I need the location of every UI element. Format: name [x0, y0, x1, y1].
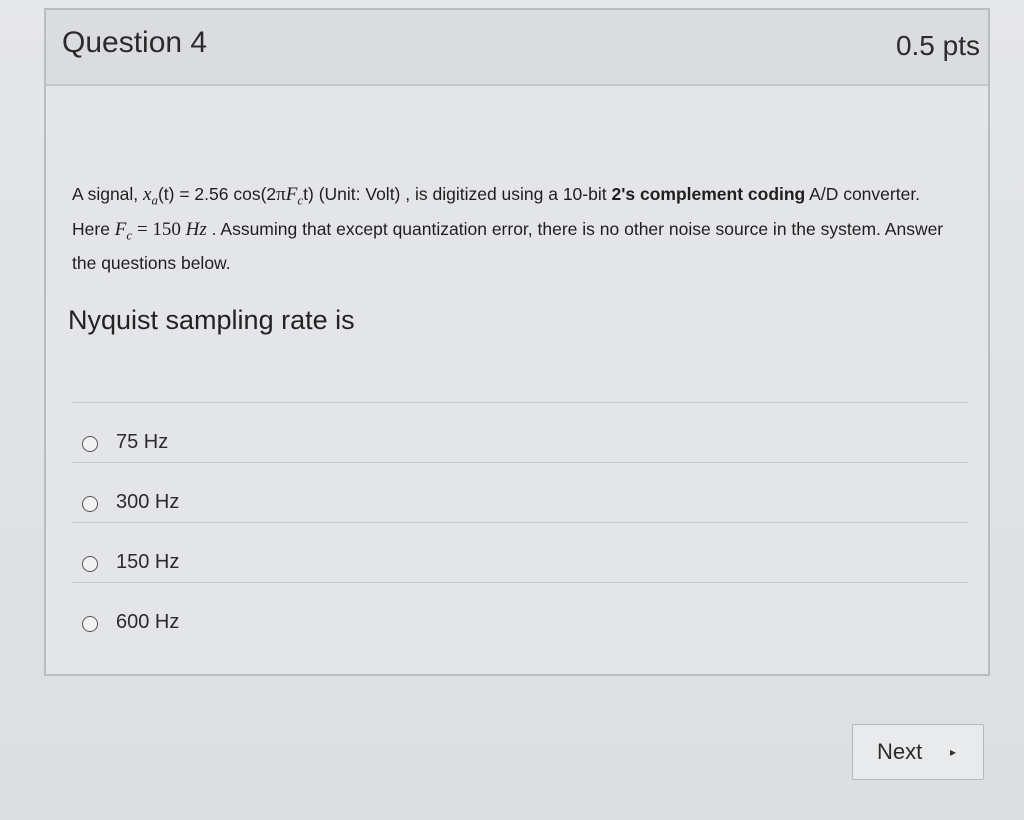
bold-text: 2's complement coding: [611, 184, 806, 204]
pi-symbol: π: [276, 184, 286, 205]
answer-label[interactable]: 150 Hz: [116, 551, 179, 574]
signal-argument: (t) = 2.56 cos(2: [157, 184, 277, 204]
radio-button[interactable]: [82, 556, 98, 572]
question-text: A signal, xa(t) = 2.56 cos(2πFct) (Unit:…: [72, 180, 952, 277]
answer-option-600hz[interactable]: 600 Hz: [72, 582, 968, 642]
question-prompt: Nyquist sampling rate is: [68, 305, 355, 335]
question-text-part: A signal,: [72, 184, 144, 204]
answer-list: 75 Hz 300 Hz 150 Hz 600 Hz: [72, 402, 968, 642]
next-button-label: Next: [877, 739, 923, 764]
radio-button[interactable]: [82, 616, 98, 632]
answer-option-150hz[interactable]: 150 Hz: [72, 522, 968, 582]
answer-option-300hz[interactable]: 300 Hz: [72, 462, 968, 522]
answer-option-75hz[interactable]: 75 Hz: [72, 402, 968, 462]
answer-label[interactable]: 300 Hz: [116, 491, 179, 514]
radio-button[interactable]: [82, 496, 98, 512]
quiz-page: Question 4 0.5 pts A signal, xa(t) = 2.5…: [0, 0, 1024, 820]
question-card: Question 4 0.5 pts A signal, xa(t) = 2.5…: [44, 8, 990, 676]
signal-unit-text: t) (Unit: Volt) , is digitized using a 1…: [303, 184, 612, 204]
question-points: 0.5 pts: [895, 30, 980, 61]
next-button[interactable]: Next ▸: [852, 724, 984, 780]
question-title: Question 4: [62, 26, 208, 59]
fc-symbol: F: [285, 184, 298, 205]
fc-eq-symbol: F: [114, 218, 127, 240]
answer-label[interactable]: 75 Hz: [116, 431, 168, 454]
chevron-right-icon: ▸: [950, 745, 957, 759]
fc-value: = 150: [132, 218, 186, 240]
answer-label[interactable]: 600 Hz: [116, 611, 179, 634]
radio-button[interactable]: [82, 436, 98, 452]
fc-unit: Hz: [185, 218, 207, 240]
question-header: Question 4 0.5 pts: [46, 10, 988, 86]
